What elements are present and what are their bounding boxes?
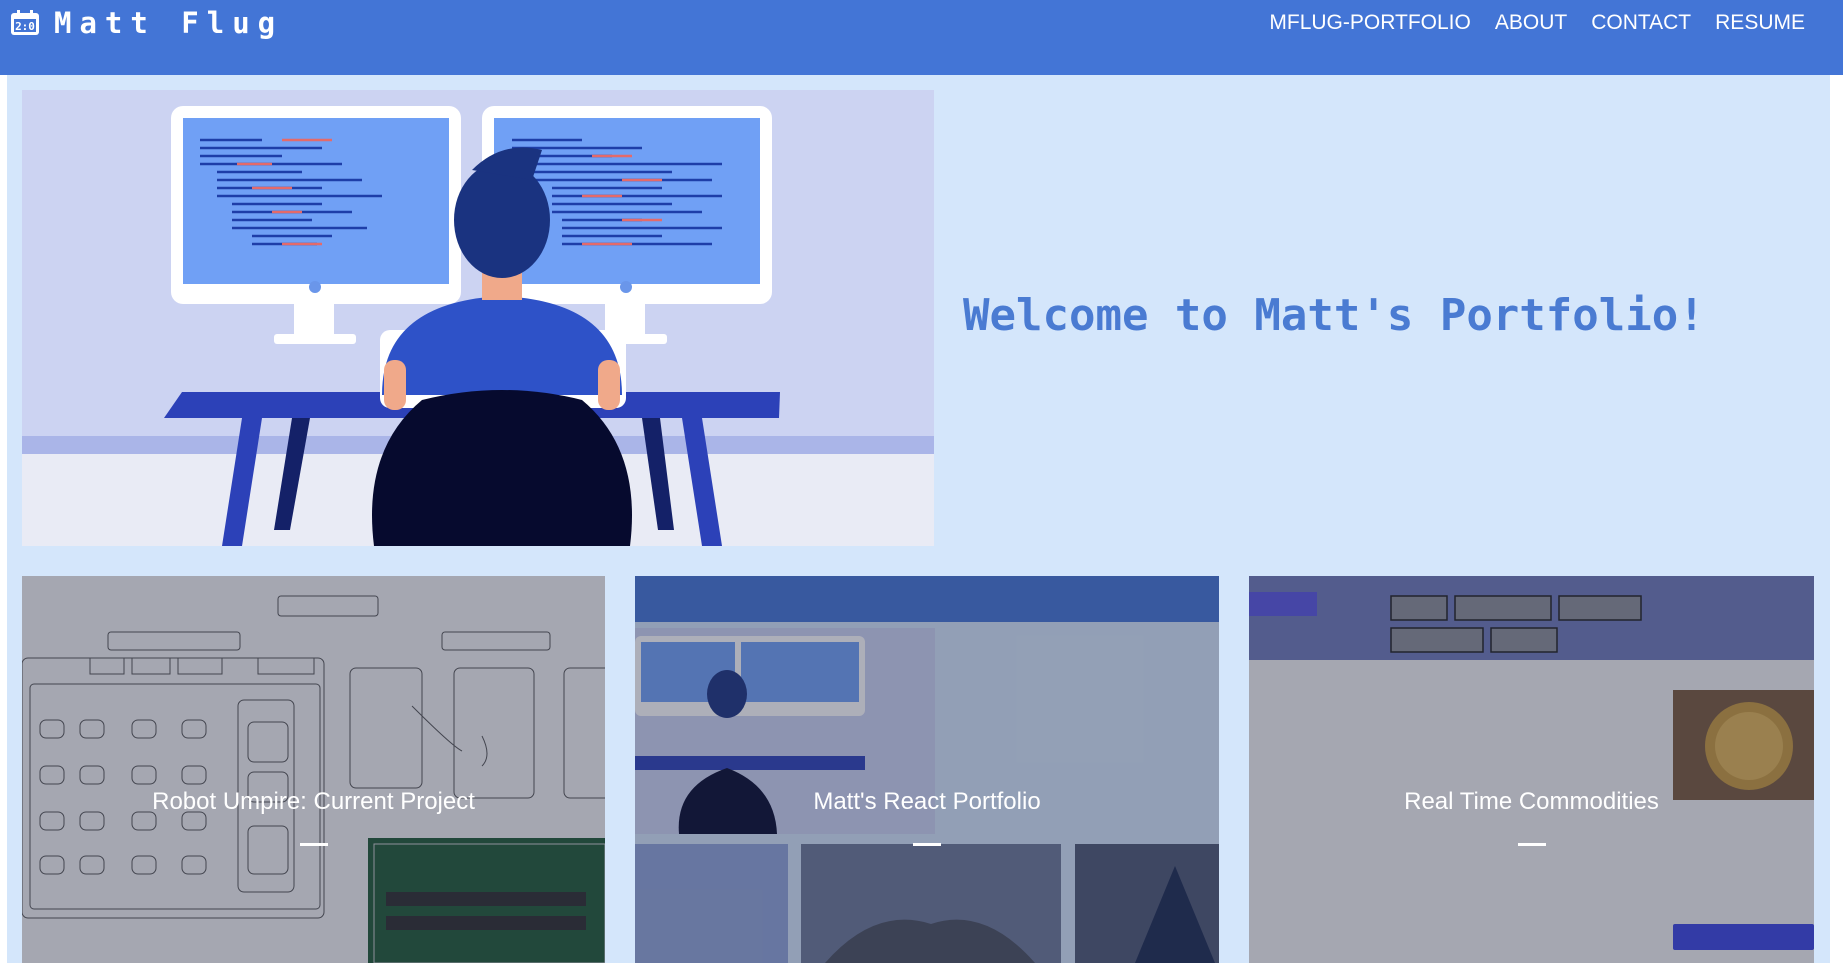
card-title: Robot Umpire: Current Project xyxy=(152,788,475,815)
card-overlay xyxy=(635,576,1219,963)
card-overlay xyxy=(1249,576,1814,963)
nav-link-portfolio[interactable]: MFLUG-PORTFOLIO xyxy=(1269,11,1470,35)
card-title: Real Time Commodities xyxy=(1404,788,1659,815)
svg-text:2:0: 2:0 xyxy=(15,20,35,33)
nav-link-contact[interactable]: CONTACT xyxy=(1591,11,1691,35)
project-card-react-portfolio[interactable]: Matt's React Portfolio xyxy=(635,576,1219,963)
hero-title: Welcome to Matt's Portfolio! xyxy=(963,290,1705,341)
main-nav: MFLUG-PORTFOLIO ABOUT CONTACT RESUME xyxy=(1245,11,1805,35)
project-card-robot-umpire[interactable]: Robot Umpire: Current Project xyxy=(22,576,605,963)
brand[interactable]: 2:0 Matt Flug xyxy=(10,6,283,40)
nav-link-resume[interactable]: RESUME xyxy=(1715,11,1805,35)
calendar-icon: 2:0 xyxy=(11,10,39,35)
card-divider xyxy=(1517,843,1546,846)
card-overlay xyxy=(22,576,605,963)
navbar: 2:0 Matt Flug MFLUG-PORTFOLIO ABOUT CONT… xyxy=(0,0,1843,75)
card-divider xyxy=(299,843,328,846)
project-card-real-time-commodities[interactable]: Real Time Commodities xyxy=(1249,576,1814,963)
nav-link-about[interactable]: ABOUT xyxy=(1495,11,1567,35)
card-title: Matt's React Portfolio xyxy=(813,788,1041,815)
card-divider xyxy=(913,843,941,846)
brand-name: Matt Flug xyxy=(54,6,284,40)
hero-illustration xyxy=(22,90,934,546)
